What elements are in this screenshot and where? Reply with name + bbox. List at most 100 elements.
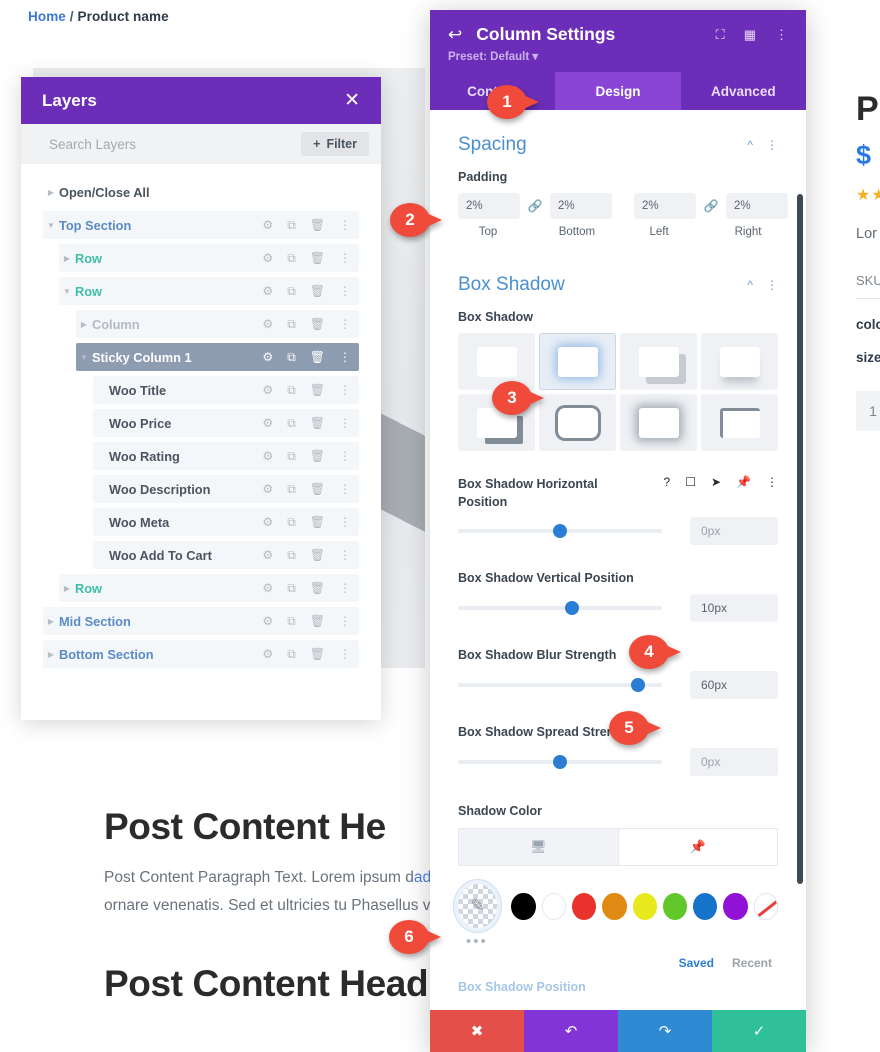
chevron-right-icon[interactable]: ▶ [76,320,92,329]
cursor-icon[interactable]: ➤ [711,475,721,489]
chevron-right-icon[interactable]: ▶ [43,188,59,197]
box-shadow-vertical-input[interactable]: 10px [690,594,778,623]
breadcrumb-home-link[interactable]: Home [28,9,66,24]
trash-icon[interactable]: 🗑 [310,252,325,264]
box-shadow-preset-corner-line[interactable] [701,394,778,451]
duplicate-icon[interactable]: ⧉ [287,450,296,462]
gear-icon[interactable]: ⚙ [262,285,273,297]
layer-row[interactable]: ▼ Row ⚙ ⧉ 🗑 ⋮ [59,277,359,305]
trash-icon[interactable]: 🗑 [310,615,325,627]
pin-icon[interactable]: 📌 [736,475,751,489]
more-icon[interactable]: ⋮ [339,483,351,495]
close-icon[interactable]: ✕ [344,91,360,110]
undo-button[interactable]: ↶ [524,1010,618,1052]
box-shadow-vertical-slider[interactable] [458,601,662,616]
layout-icon[interactable]: ▦ [744,28,756,41]
padding-top-input[interactable]: 2% [458,193,520,219]
layer-row[interactable]: Woo Description ⚙ ⧉ 🗑 ⋮ [93,475,359,503]
saved-colors-tab[interactable]: Saved [679,956,714,970]
slider-knob[interactable] [553,755,567,770]
duplicate-icon[interactable]: ⧉ [287,648,296,660]
duplicate-icon[interactable]: ⧉ [287,285,296,297]
chevron-right-icon[interactable]: ▶ [43,650,59,659]
gear-icon[interactable]: ⚙ [262,615,273,627]
save-button[interactable]: ✓ [712,1010,806,1052]
box-shadow-section-header[interactable]: Box Shadow ^ ⋮ [458,274,778,296]
duplicate-icon[interactable]: ⧉ [287,318,296,330]
trash-icon[interactable]: 🗑 [310,516,325,528]
duplicate-icon[interactable]: ⧉ [287,615,296,627]
layer-row[interactable]: Woo Title ⚙ ⧉ 🗑 ⋮ [93,376,359,404]
trash-icon[interactable]: 🗑 [310,582,325,594]
box-shadow-horizontal-input[interactable]: 0px [690,517,778,546]
trash-icon[interactable]: 🗑 [310,483,325,495]
layer-row[interactable]: ▼ Sticky Column 1 ⚙ ⧉ 🗑 ⋮ [76,343,359,371]
trash-icon[interactable]: 🗑 [310,351,325,363]
box-shadow-preset-inner-blur[interactable] [620,394,697,451]
gear-icon[interactable]: ⚙ [262,417,273,429]
chevron-right-icon[interactable]: ▶ [43,617,59,626]
box-shadow-preset-glow[interactable] [539,333,616,390]
layer-row-open-close-all[interactable]: ▶ Open/Close All [43,178,359,206]
slider-knob[interactable] [565,601,580,616]
chevron-down-icon[interactable]: ▼ [43,221,59,230]
cancel-button[interactable]: ✖ [430,1010,524,1052]
padding-right-input[interactable]: 2% [726,193,788,219]
tab-advanced[interactable]: Advanced [681,72,806,110]
slider-knob[interactable] [630,678,645,693]
box-shadow-preset-outline[interactable] [539,394,616,451]
slider-knob[interactable] [553,524,567,539]
gear-icon[interactable]: ⚙ [262,252,273,264]
duplicate-icon[interactable]: ⧉ [287,549,296,561]
layer-row[interactable]: ▶ Mid Section ⚙ ⧉ 🗑 ⋮ [43,607,359,635]
layer-row[interactable]: Woo Meta ⚙ ⧉ 🗑 ⋮ [93,508,359,536]
more-icon[interactable]: ⋮ [339,648,351,660]
product-quantity-input[interactable]: 1 [856,390,880,431]
layer-row[interactable]: ▶ Bottom Section ⚙ ⧉ 🗑 ⋮ [43,640,359,668]
layer-row[interactable]: Woo Rating ⚙ ⧉ 🗑 ⋮ [93,442,359,470]
desktop-icon[interactable]: 🖥 [458,828,618,867]
box-shadow-preset-offset-flat[interactable] [620,333,697,390]
box-shadow-preset-drop-bottom[interactable] [701,333,778,390]
color-swatch-blue[interactable] [693,892,718,920]
duplicate-icon[interactable]: ⧉ [287,483,296,495]
more-icon[interactable]: ⋮ [775,28,788,41]
chevron-down-icon[interactable]: ▼ [76,353,92,362]
box-shadow-blur-slider[interactable] [458,678,662,693]
duplicate-icon[interactable]: ⧉ [287,219,296,231]
chevron-right-icon[interactable]: ▶ [59,584,75,593]
trash-icon[interactable]: 🗑 [310,219,325,231]
back-arrow-icon[interactable]: ↩ [448,26,462,43]
redo-button[interactable]: ↷ [618,1010,712,1052]
layer-row[interactable]: ▶ Row ⚙ ⧉ 🗑 ⋮ [59,244,359,272]
search-layers-input[interactable]: Search Layers [49,137,136,152]
padding-bottom-input[interactable]: 2% [550,193,612,219]
more-icon[interactable]: ⋮ [339,318,351,330]
color-swatch-green[interactable] [662,892,688,920]
layer-row[interactable]: ▶ Row ⚙ ⧉ 🗑 ⋮ [59,574,359,602]
gear-icon[interactable]: ⚙ [262,219,273,231]
gear-icon[interactable]: ⚙ [262,648,273,660]
box-shadow-spread-slider[interactable] [458,755,662,770]
duplicate-icon[interactable]: ⧉ [287,516,296,528]
help-icon[interactable]: ? [664,475,671,489]
layer-row[interactable]: Woo Price ⚙ ⧉ 🗑 ⋮ [93,409,359,437]
duplicate-icon[interactable]: ⧉ [287,384,296,396]
fullscreen-icon[interactable]: ⛶ [716,28,725,41]
chevron-up-icon[interactable]: ^ [747,138,753,152]
more-icon[interactable]: ⋮ [339,285,351,297]
trash-icon[interactable]: 🗑 [310,285,325,297]
padding-left-input[interactable]: 2% [634,193,696,219]
tab-design[interactable]: Design [555,72,681,110]
trash-icon[interactable]: 🗑 [310,384,325,396]
duplicate-icon[interactable]: ⧉ [287,582,296,594]
more-colors-icon[interactable]: ••• [458,933,778,950]
color-swatch-purple[interactable] [723,892,748,920]
more-icon[interactable]: ⋮ [339,549,351,561]
color-swatch-black[interactable] [511,892,536,920]
box-shadow-spread-input[interactable]: 0px [690,748,778,777]
duplicate-icon[interactable]: ⧉ [287,351,296,363]
more-icon[interactable]: ⋮ [339,516,351,528]
color-swatch-white[interactable] [541,892,567,920]
gear-icon[interactable]: ⚙ [262,516,273,528]
